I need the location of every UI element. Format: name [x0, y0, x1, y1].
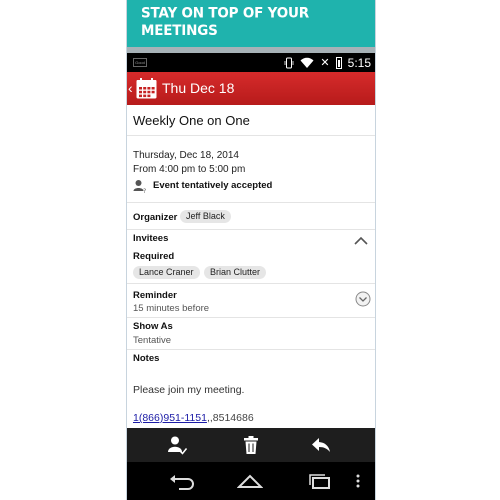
system-nav-bar: [127, 462, 375, 500]
response-status: Event tentatively accepted: [153, 180, 273, 191]
event-title: Weekly One on One: [133, 113, 250, 128]
event-date: Thursday, Dec 18, 2014: [133, 150, 239, 161]
reminder-label: Reminder: [133, 290, 177, 301]
reply-icon[interactable]: [311, 435, 331, 455]
phone-screen: STAY ON TOP OF YOUR MEETINGS Good ✕ 5:15…: [127, 0, 375, 500]
home-icon[interactable]: [237, 472, 263, 490]
divider: [127, 349, 375, 350]
organizer-chip[interactable]: Jeff Black: [180, 210, 231, 223]
respond-icon[interactable]: [167, 435, 187, 455]
divider: [127, 317, 375, 318]
battery-icon: [335, 56, 342, 69]
phone-passcode: ,,8514686: [206, 412, 254, 424]
frame-border-right: [375, 0, 376, 500]
svg-text:?: ?: [143, 188, 146, 193]
notes-body: Please join my meeting.: [133, 384, 245, 396]
organizer-label: Organizer: [133, 212, 178, 223]
app-bar: ‹ Thu Dec 18: [127, 72, 375, 105]
phone-number: 1(866)951-1151,,8514686: [133, 412, 254, 424]
status-time: 5:15: [347, 55, 371, 70]
no-signal-icon: ✕: [320, 57, 330, 69]
delete-icon[interactable]: [241, 435, 261, 455]
menu-icon[interactable]: [353, 472, 363, 490]
show-as-value: Tentative: [133, 335, 172, 346]
show-as-label: Show As: [133, 321, 173, 332]
app-bar-title: Thu Dec 18: [162, 80, 235, 96]
vibrate-icon: [285, 57, 294, 68]
divider: [127, 283, 375, 284]
back-icon[interactable]: [169, 472, 195, 490]
back-chevron-icon[interactable]: ‹: [128, 80, 133, 96]
invitee-chip[interactable]: Lance Craner: [133, 266, 200, 279]
invitees-label: Invitees: [133, 233, 169, 244]
event-time-range: From 4:00 pm to 5:00 pm: [133, 164, 246, 175]
calendar-icon[interactable]: [136, 78, 157, 99]
tentative-person-icon: ?: [133, 180, 146, 193]
phone-link[interactable]: 1(866)951-1151: [133, 412, 207, 424]
recent-apps-icon[interactable]: [307, 472, 333, 490]
required-label: Required: [133, 251, 175, 262]
chevron-down-circle-icon[interactable]: [355, 291, 371, 307]
invitee-chip[interactable]: Brian Clutter: [204, 266, 267, 279]
app-notification-icon: Good: [133, 58, 147, 67]
status-bar: Good ✕ 5:15: [127, 53, 375, 72]
divider: [127, 135, 375, 136]
wifi-icon: [300, 57, 314, 68]
promo-banner: STAY ON TOP OF YOUR MEETINGS: [127, 0, 375, 47]
reminder-value: 15 minutes before: [133, 303, 210, 314]
action-bar: [127, 428, 375, 462]
notes-label: Notes: [133, 353, 160, 364]
chevron-up-icon[interactable]: [354, 236, 368, 246]
divider: [127, 202, 375, 203]
divider: [127, 229, 375, 230]
event-details: Weekly One on One Thursday, Dec 18, 2014…: [127, 105, 375, 428]
banner-text: STAY ON TOP OF YOUR MEETINGS: [141, 4, 309, 40]
